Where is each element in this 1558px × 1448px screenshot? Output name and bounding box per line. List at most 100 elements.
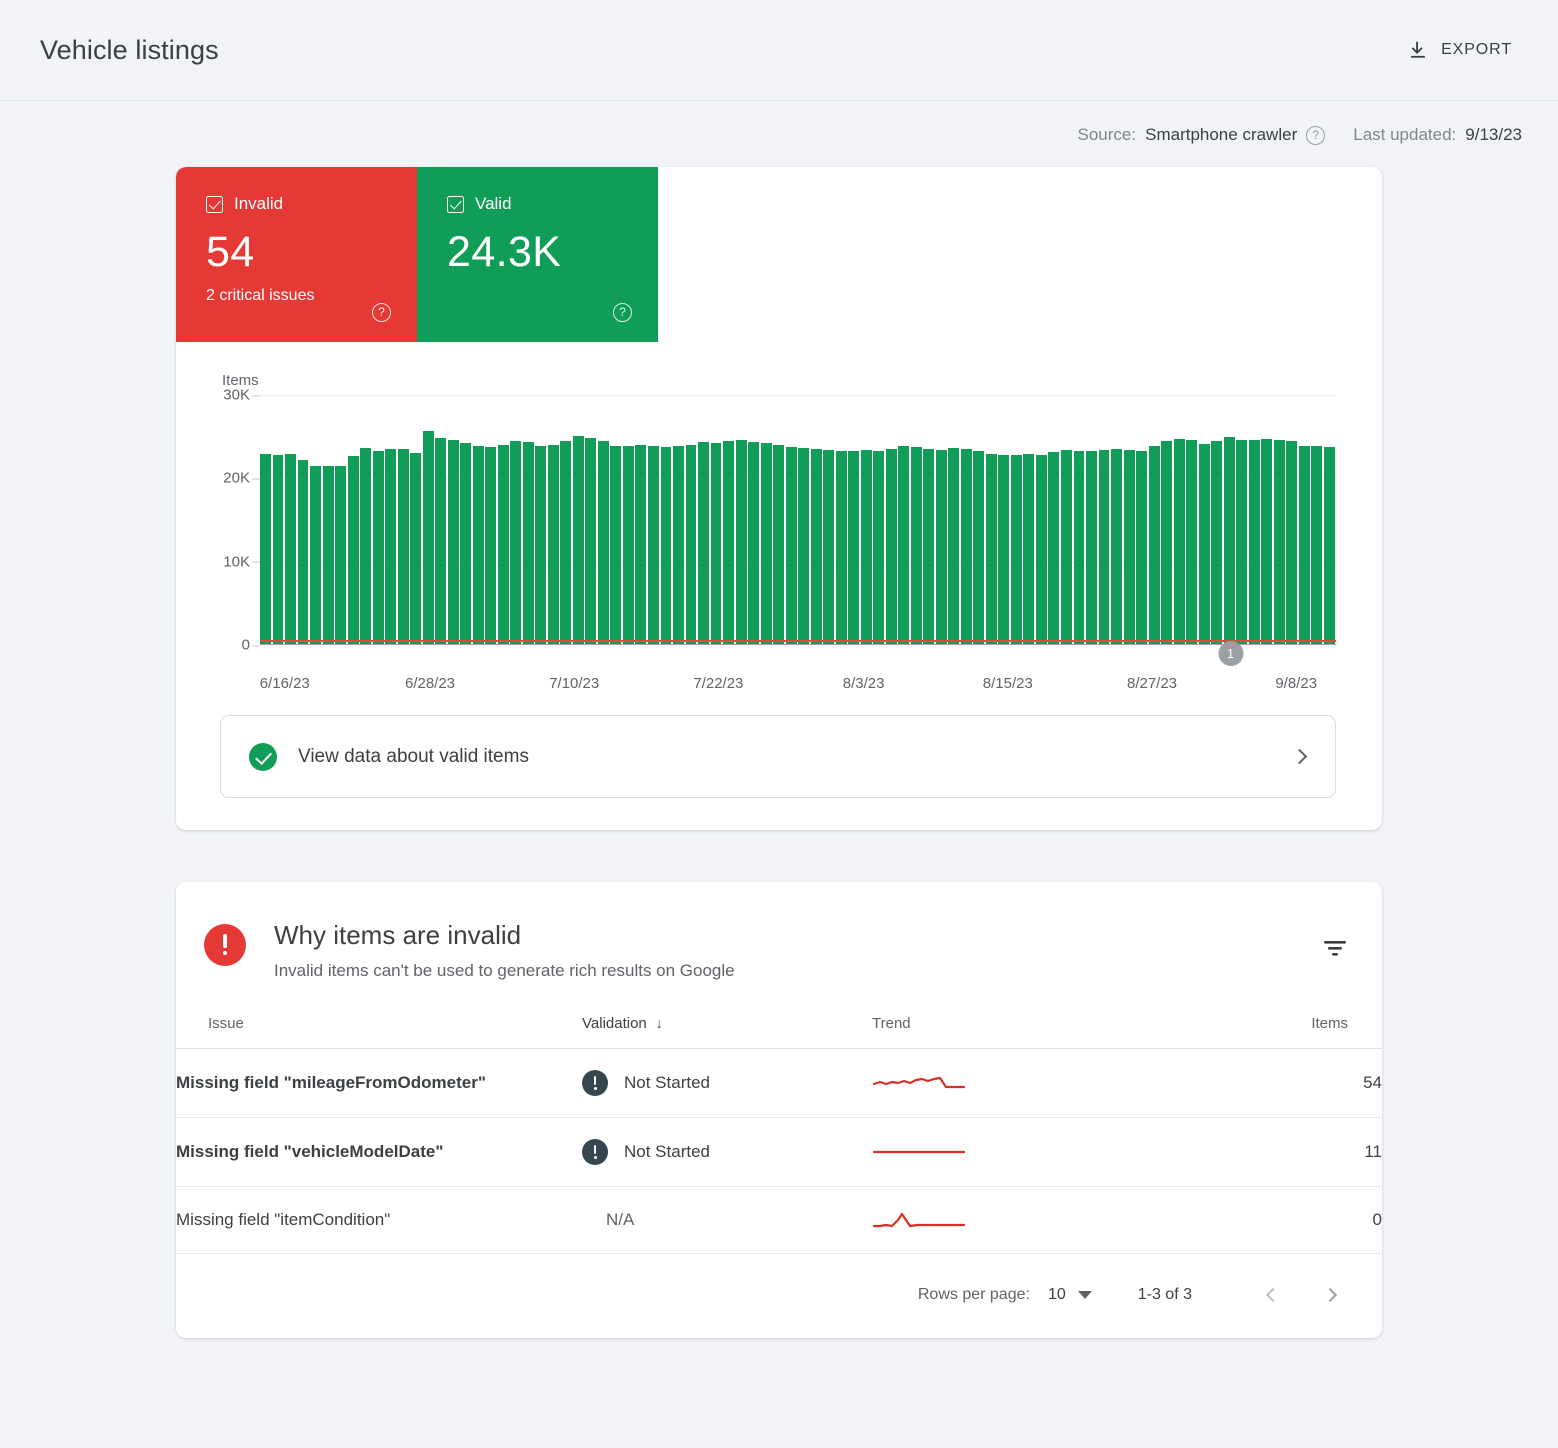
- chart-bar[interactable]: [736, 440, 747, 644]
- chart-bar[interactable]: [748, 442, 759, 644]
- chart-bar[interactable]: [510, 441, 521, 644]
- column-header-trend[interactable]: Trend: [872, 1015, 1202, 1049]
- chart-bar[interactable]: [360, 448, 371, 644]
- filter-icon[interactable]: [1322, 920, 1348, 963]
- chart-bar[interactable]: [886, 449, 897, 644]
- chart-bar[interactable]: [898, 446, 909, 644]
- chart-annotation-badge[interactable]: 1: [1218, 641, 1243, 666]
- chart-bar[interactable]: [348, 456, 359, 644]
- table-row[interactable]: Missing field "itemCondition"N/A0: [176, 1187, 1382, 1254]
- column-header-issue[interactable]: Issue: [176, 1015, 582, 1049]
- column-header-validation[interactable]: Validation↓: [582, 1015, 872, 1049]
- chart-bar[interactable]: [373, 451, 384, 644]
- chart-bar[interactable]: [1111, 449, 1122, 644]
- chart-bar[interactable]: [986, 454, 997, 644]
- chart-bar[interactable]: [1074, 451, 1085, 644]
- chart-bar[interactable]: [385, 449, 396, 644]
- table-row[interactable]: Missing field "vehicleModelDate"Not Star…: [176, 1118, 1382, 1187]
- chart-bar[interactable]: [260, 454, 271, 644]
- chart-bar[interactable]: [1136, 451, 1147, 644]
- chart-bar[interactable]: [535, 446, 546, 644]
- chart-bar[interactable]: [423, 431, 434, 644]
- chart-bar[interactable]: [273, 455, 284, 644]
- chart-bar[interactable]: [786, 447, 797, 644]
- chart-bar[interactable]: [798, 448, 809, 644]
- chart-bar[interactable]: [1086, 451, 1097, 644]
- chart-bar[interactable]: [610, 446, 621, 644]
- chart-bar[interactable]: [310, 466, 321, 644]
- chart-bar[interactable]: [523, 442, 534, 644]
- chart-bar[interactable]: [648, 446, 659, 644]
- chart-bar[interactable]: [1061, 450, 1072, 644]
- chart-bar[interactable]: [1124, 450, 1135, 644]
- chart-bar[interactable]: [948, 448, 959, 644]
- view-valid-items-row[interactable]: View data about valid items: [220, 715, 1336, 798]
- chart-bar[interactable]: [673, 446, 684, 644]
- chart-bar[interactable]: [398, 449, 409, 644]
- chart-bar[interactable]: [498, 445, 509, 644]
- caret-down-icon[interactable]: [1078, 1291, 1092, 1299]
- table-row[interactable]: Missing field "mileageFromOdometer"Not S…: [176, 1049, 1382, 1118]
- chart-bar[interactable]: [335, 466, 346, 644]
- help-icon[interactable]: ?: [372, 303, 391, 322]
- rows-per-page-value[interactable]: 10: [1048, 1286, 1066, 1304]
- chart-bar[interactable]: [1324, 447, 1335, 644]
- chevron-right-icon[interactable]: [1292, 749, 1308, 765]
- checkbox-valid[interactable]: [447, 196, 464, 213]
- chart-bar[interactable]: [711, 443, 722, 644]
- chart-bar[interactable]: [435, 438, 446, 644]
- chart-bar[interactable]: [573, 436, 584, 644]
- chart-bar[interactable]: [448, 440, 459, 644]
- chart-bar[interactable]: [1036, 455, 1047, 644]
- chart-bar[interactable]: [410, 453, 421, 644]
- chart-bar[interactable]: [298, 460, 309, 644]
- next-page-button[interactable]: [1314, 1278, 1348, 1312]
- chart-bar[interactable]: [1011, 455, 1022, 644]
- chart-bar[interactable]: [723, 441, 734, 644]
- chart-bar[interactable]: [811, 449, 822, 644]
- chart-bar[interactable]: [911, 447, 922, 644]
- chart-bar[interactable]: [1174, 439, 1185, 644]
- chart-bar[interactable]: [1311, 446, 1322, 644]
- chart-bar[interactable]: [598, 441, 609, 644]
- chart-bar[interactable]: [1199, 444, 1210, 644]
- chart-bar[interactable]: [1186, 440, 1197, 644]
- chart-bar[interactable]: [873, 451, 884, 644]
- chart-bar[interactable]: [698, 442, 709, 644]
- chart-bar[interactable]: [1236, 440, 1247, 644]
- chart-bar[interactable]: [998, 455, 1009, 644]
- chart-bar[interactable]: [773, 445, 784, 644]
- chart-bar[interactable]: [686, 445, 697, 644]
- chart-bar[interactable]: [485, 447, 496, 644]
- chart-bar[interactable]: [661, 447, 672, 644]
- chart-bar[interactable]: [1211, 441, 1222, 644]
- checkbox-invalid[interactable]: [206, 196, 223, 213]
- chart-bar[interactable]: [560, 441, 571, 644]
- column-header-items[interactable]: Items: [1202, 1015, 1382, 1049]
- chart-bar[interactable]: [861, 450, 872, 644]
- chart-bar[interactable]: [848, 451, 859, 644]
- chart-bar[interactable]: [323, 466, 334, 644]
- chart-bar[interactable]: [823, 450, 834, 644]
- chart-bar[interactable]: [961, 449, 972, 644]
- chart-bar[interactable]: [1286, 441, 1297, 644]
- chart-bar[interactable]: [473, 446, 484, 644]
- chart-bar[interactable]: [761, 443, 772, 644]
- chart-bar[interactable]: [1161, 441, 1172, 644]
- chart-bar[interactable]: [1274, 440, 1285, 644]
- chart-bar[interactable]: [460, 443, 471, 644]
- chart-bar[interactable]: [635, 445, 646, 644]
- chart-bar[interactable]: [1299, 446, 1310, 644]
- chart-bar[interactable]: [836, 451, 847, 644]
- previous-page-button[interactable]: [1254, 1278, 1288, 1312]
- chart-bar[interactable]: [585, 438, 596, 644]
- chart-bar[interactable]: [1149, 446, 1160, 644]
- chart-bar[interactable]: [973, 451, 984, 644]
- chart-bar[interactable]: [1023, 454, 1034, 644]
- chart-bar[interactable]: [923, 449, 934, 644]
- chart-bar[interactable]: [623, 446, 634, 644]
- help-icon[interactable]: ?: [1306, 126, 1325, 145]
- chart-bar[interactable]: [1224, 437, 1235, 644]
- chart-bar[interactable]: [285, 454, 296, 644]
- chart-bar[interactable]: [1048, 452, 1059, 644]
